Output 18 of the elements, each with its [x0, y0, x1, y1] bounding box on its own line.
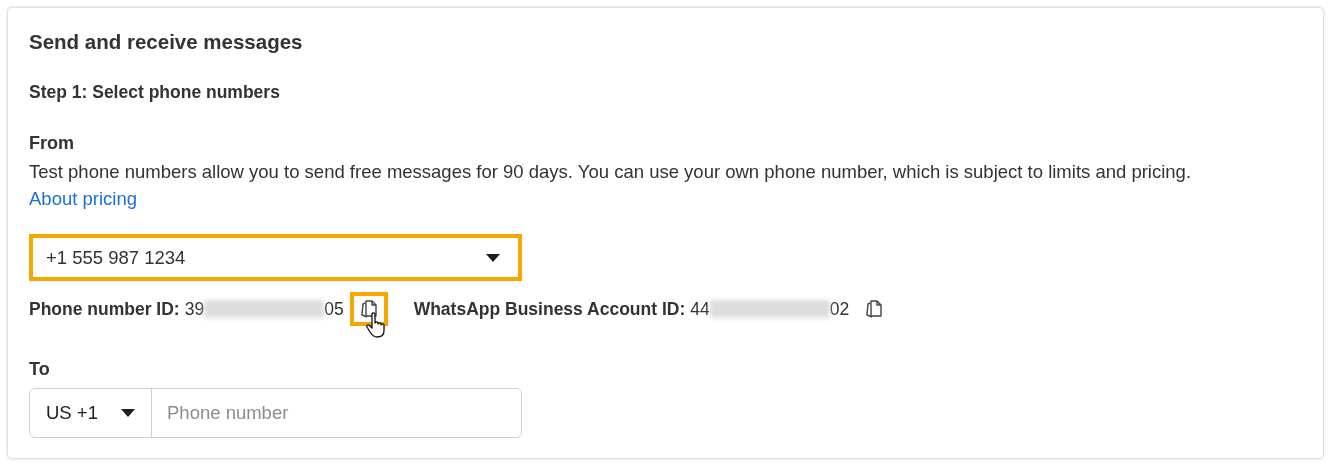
- description-text: Test phone numbers allow you to send free messages for 90 days. You can use your own phone number, which is subject to limits and pricing. About pricing: [29, 160, 1193, 211]
- phone-dropdown[interactable]: +1 555 987 1234: [29, 234, 522, 281]
- id-value: 39: [184, 298, 205, 320]
- caret-icon: [121, 409, 135, 417]
- caret-icon: [486, 253, 500, 262]
- section-title: Send and receive messages: [29, 30, 304, 54]
- pricing-link[interactable]: About pricing: [29, 188, 137, 209]
- field-label: To: [29, 359, 51, 380]
- copy-icon: [864, 299, 885, 319]
- id-value: 02: [829, 298, 850, 320]
- id-value: 05: [324, 298, 344, 320]
- phone-input-group[interactable]: US +1 Phone number: [29, 388, 522, 438]
- copy-icon: [358, 299, 379, 319]
- id-label: Phone number ID:: [29, 298, 180, 320]
- id-value: 44: [690, 298, 710, 320]
- field-label: From: [29, 133, 75, 154]
- id-label: WhatsApp Business Account ID:: [413, 298, 686, 320]
- step-heading: Step 1: Select phone numbers: [29, 82, 281, 103]
